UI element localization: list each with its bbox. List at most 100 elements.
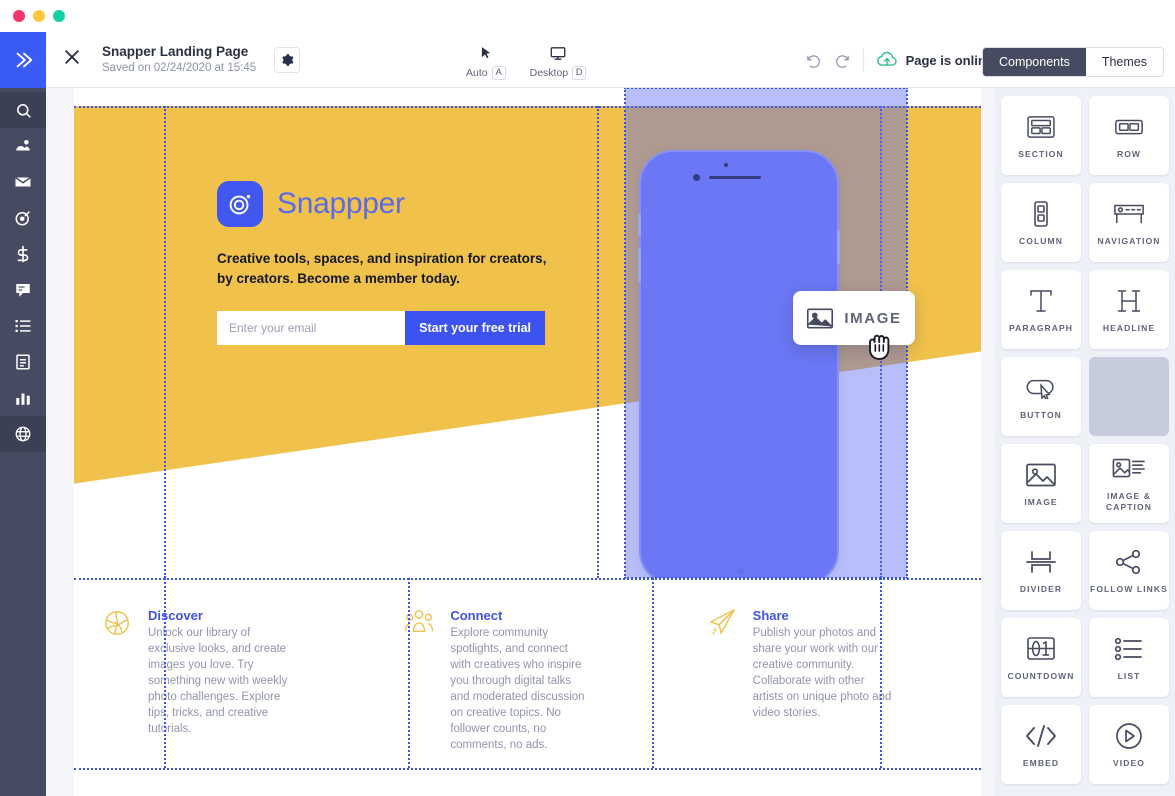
monitor-icon-wrap	[549, 42, 567, 64]
paragraph-t-icon	[1030, 289, 1052, 312]
sidebar-item-search[interactable]	[0, 92, 46, 128]
tab-components[interactable]: Components	[982, 48, 1086, 76]
video-play-icon	[1116, 722, 1142, 749]
close-editor-button[interactable]	[62, 47, 82, 72]
undo-button[interactable]	[805, 52, 822, 69]
share-nodes-icon-wrap	[1115, 547, 1143, 577]
page-title: Snapper Landing Page	[102, 44, 249, 59]
sidebar-item-reports[interactable]	[0, 380, 46, 416]
component-image-caption[interactable]: IMAGE & CAPTION	[1089, 444, 1169, 523]
components-panel[interactable]: SECTION ROW COLUMN NAVIGATION PARAGRAPH …	[995, 88, 1175, 796]
close-icon	[65, 50, 79, 64]
email-input[interactable]	[217, 311, 406, 345]
start-trial-button[interactable]: Start your free trial	[405, 311, 545, 345]
hero-subtitle[interactable]: Creative tools, spaces, and inspiration …	[217, 249, 557, 289]
feature-text-share: Share Publish your photos and share your…	[753, 608, 893, 768]
sidebar-item-lists[interactable]	[0, 308, 46, 344]
window-titlebar	[0, 0, 1175, 32]
maximize-window-button[interactable]	[53, 10, 65, 22]
component-navigation[interactable]: NAVIGATION	[1089, 183, 1169, 262]
image-icon	[1026, 463, 1056, 486]
feature-card-discover[interactable]: Discover Unlock our library of exclusive…	[74, 578, 376, 768]
paper-plane-icon-wrap	[707, 608, 741, 768]
section-icon-wrap	[1026, 112, 1056, 142]
editor-canvas[interactable]: Snappper Creative tools, spaces, and ins…	[46, 88, 995, 796]
redo-button[interactable]	[834, 52, 851, 69]
divider-icon	[1026, 550, 1056, 573]
search-icon	[16, 103, 31, 118]
feature-text-connect: Connect Explore community spotlights, an…	[450, 608, 590, 768]
section-icon	[1027, 115, 1055, 138]
page-status-text: Page is online	[905, 52, 993, 68]
component-label: HEADLINE	[1102, 322, 1156, 333]
sidebar-item-content[interactable]	[0, 344, 46, 380]
signup-form: Start your free trial	[217, 311, 545, 345]
component-column[interactable]: COLUMN	[1001, 183, 1081, 262]
tab-themes[interactable]: Themes	[1085, 48, 1163, 76]
view-mode-desktop-label: Desktop	[529, 67, 569, 79]
discover-globe-icon	[105, 611, 129, 635]
feature-card-connect[interactable]: Connect Explore community spotlights, an…	[376, 578, 678, 768]
sidebar-item-campaigns[interactable]	[0, 164, 46, 200]
target-icon	[15, 211, 30, 226]
people-group-icon	[405, 610, 434, 633]
component-placeholder-dragging	[1089, 357, 1169, 436]
feature-body: Unlock our library of exclusive looks, a…	[148, 627, 288, 735]
chevrons-right-icon	[16, 52, 33, 68]
features-section[interactable]: Discover Unlock our library of exclusive…	[74, 578, 981, 768]
component-button[interactable]: BUTTON	[1001, 357, 1081, 436]
envelope-icon	[15, 176, 31, 187]
phone-speaker-icon	[709, 176, 761, 179]
page-status-button[interactable]: Page is online	[876, 51, 993, 69]
list-bullets-icon	[1114, 637, 1142, 660]
minimize-window-button[interactable]	[33, 10, 45, 22]
view-mode-desktop[interactable]: Desktop D	[530, 42, 587, 80]
feature-body: Publish your photos and share your work …	[752, 627, 892, 719]
component-label: FOLLOW LINKS	[1090, 583, 1168, 594]
brand-name: Snappper	[277, 187, 405, 220]
image-icon-wrap	[1025, 460, 1057, 490]
monitor-icon	[550, 46, 566, 60]
component-label: EMBED	[1022, 757, 1060, 768]
close-window-button[interactable]	[13, 10, 25, 22]
feature-title: Share	[752, 608, 789, 623]
countdown-icon	[1027, 636, 1055, 660]
view-mode-auto[interactable]: Auto A	[466, 42, 506, 80]
component-label: PARAGRAPH	[1008, 322, 1074, 333]
page-settings-button[interactable]	[274, 46, 301, 73]
component-divider[interactable]: DIVIDER	[1001, 531, 1081, 610]
component-countdown[interactable]: COUNTDOWN	[1001, 618, 1081, 697]
component-paragraph[interactable]: PARAGRAPH	[1001, 270, 1081, 349]
component-headline[interactable]: HEADLINE	[1089, 270, 1169, 349]
video-play-icon-wrap	[1115, 721, 1143, 751]
grabbing-hand-cursor	[864, 330, 894, 367]
sidebar-item-website[interactable]	[0, 416, 46, 452]
phone-home-button-icon	[737, 567, 745, 575]
component-row[interactable]: ROW	[1089, 96, 1169, 175]
app-logo[interactable]	[0, 32, 46, 88]
feature-body: Explore community spotlights, and connec…	[450, 627, 585, 751]
chat-icon	[16, 284, 30, 297]
component-section[interactable]: SECTION	[1001, 96, 1081, 175]
sidebar-item-audience[interactable]	[0, 128, 46, 164]
redo-icon	[835, 54, 849, 68]
gear-icon	[282, 53, 294, 66]
feature-card-share[interactable]: Share Publish your photos and share your…	[679, 578, 981, 768]
component-list[interactable]: LIST	[1089, 618, 1169, 697]
phone-sensor-dot-icon	[724, 163, 728, 167]
feature-text-discover: Discover Unlock our library of exclusive…	[148, 608, 288, 768]
component-label: COLUMN	[1019, 235, 1063, 246]
component-embed[interactable]: EMBED	[1001, 705, 1081, 784]
paper-plane-icon	[709, 609, 735, 635]
component-follow-links[interactable]: FOLLOW LINKS	[1089, 531, 1169, 610]
headline-h-icon	[1117, 289, 1141, 312]
drag-ghost-image-component: IMAGE	[793, 291, 915, 345]
landing-page-preview: Snappper Creative tools, spaces, and ins…	[74, 88, 981, 796]
headline-icon-wrap	[1116, 286, 1142, 316]
sidebar-item-automations[interactable]	[0, 200, 46, 236]
component-label: COUNTDOWN	[1007, 670, 1075, 681]
component-video[interactable]: VIDEO	[1089, 705, 1169, 784]
sidebar-item-conversations[interactable]	[0, 272, 46, 308]
component-image[interactable]: IMAGE	[1001, 444, 1081, 523]
sidebar-item-ecommerce[interactable]	[0, 236, 46, 272]
